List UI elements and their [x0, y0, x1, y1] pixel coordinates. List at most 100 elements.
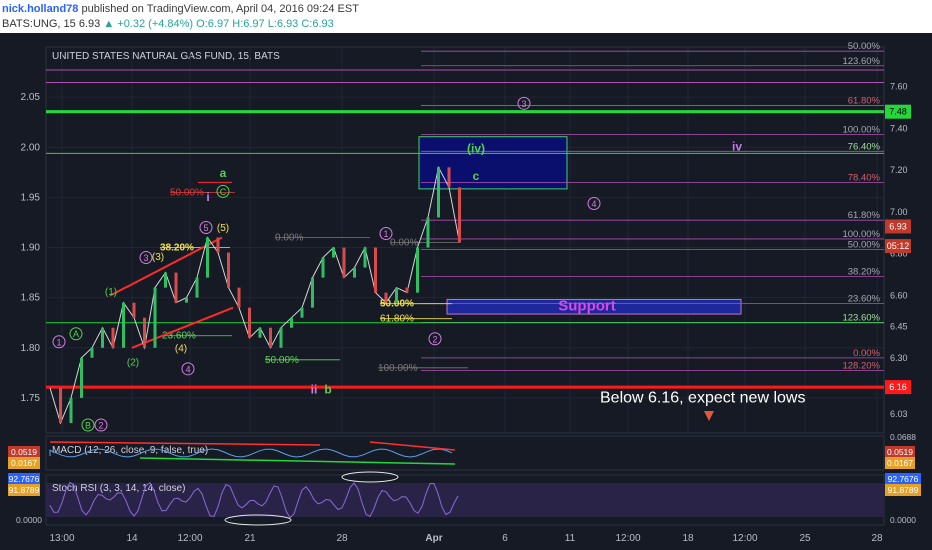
inner-fib-label: 38.20% — [160, 243, 194, 254]
wave-label: 4 — [185, 364, 190, 374]
x-tick-label: 12:00 — [732, 533, 757, 544]
wave-label: B — [85, 420, 91, 430]
wave-label: 3 — [143, 253, 148, 263]
candle — [258, 327, 262, 338]
wave-label: c — [473, 169, 480, 183]
left-tick-label: 2.05 — [21, 92, 41, 103]
stoch-right-value: 92.7676 — [888, 474, 919, 484]
fib-label: 76.40% — [848, 141, 881, 152]
candle — [143, 317, 146, 348]
candle — [216, 237, 220, 253]
right-tick-label: 7.40 — [890, 123, 908, 133]
wave-label: 2 — [432, 334, 437, 344]
candle — [300, 307, 304, 318]
macd-left-value: 0.0519 — [11, 447, 37, 457]
wave-label: (1) — [105, 287, 117, 298]
macd-top-value: 0.0688 — [890, 432, 916, 442]
fib-label: 78.40% — [848, 173, 881, 184]
right-tick-label: 6.60 — [890, 290, 908, 300]
candle — [342, 247, 346, 278]
inner-fib-label: 23.60% — [162, 331, 196, 342]
stoch-left-value: 91.8789 — [9, 485, 40, 495]
left-tick-label: 2.00 — [21, 142, 41, 153]
candle — [416, 247, 419, 293]
symbol-name: BATS:UNG, 15 — [2, 18, 76, 30]
support-label: Support — [558, 298, 616, 315]
candle — [374, 247, 377, 293]
fib-label: 38.20% — [848, 267, 881, 278]
x-tick-label: 21 — [244, 533, 256, 544]
left-tick-label: 1.85 — [21, 293, 41, 304]
fib-label: 100.00% — [842, 125, 880, 136]
wave-label: ii — [311, 382, 318, 396]
candle — [279, 327, 283, 348]
fib-label: 50.00% — [848, 41, 881, 52]
iv-zone-box — [418, 136, 568, 190]
stoch-left-value: 92.7676 — [9, 474, 40, 484]
wave-label: (4) — [175, 343, 187, 354]
right-tick-label: 6.03 — [890, 409, 908, 419]
left-tick-label: 1.80 — [21, 343, 41, 354]
symbol-line: BATS:UNG, 15 6.93 ▲ +0.32 (+4.84%) O:6.9… — [2, 18, 334, 30]
x-tick-label: 18 — [682, 533, 694, 544]
macd-title: MACD (12, 26, close, 9, false, true) — [52, 445, 208, 456]
candle — [206, 237, 209, 278]
chart-title: UNITED STATES NATURAL GAS FUND, 15, BATS — [52, 51, 280, 62]
left-tick-label: 1.90 — [21, 243, 41, 254]
stoch-zero-right: 0.0000 — [890, 515, 916, 525]
fib-label: 50.00% — [848, 239, 881, 250]
macd-left-value: 0.0167 — [11, 458, 37, 468]
candle — [164, 272, 167, 288]
inner-fib-label: 50.00% — [265, 355, 299, 366]
wave-label: (5) — [217, 223, 229, 234]
right-tick-label: 7.20 — [890, 165, 908, 175]
wave-label: 1 — [383, 229, 388, 239]
candle — [311, 277, 314, 308]
candle — [437, 167, 440, 218]
inner-fib-label: 50.00% — [170, 187, 204, 198]
price-chart[interactable]: UNITED STATES NATURAL GAS FUND, 15, BATS… — [0, 33, 932, 550]
wave-label: 4 — [591, 199, 596, 209]
left-tick-label: 1.95 — [21, 192, 41, 203]
wave-label: A — [73, 329, 79, 339]
inner-fib-label: 100.00% — [378, 363, 418, 374]
fib-label: 100.00% — [842, 229, 880, 240]
last-price: 6.93 — [78, 18, 101, 30]
wave-label: 3 — [521, 99, 526, 109]
x-tick-label: 13:00 — [49, 533, 74, 544]
right-tick-label: 6.30 — [890, 353, 908, 363]
wave-label: 2 — [98, 420, 103, 430]
candle — [69, 397, 73, 423]
candle — [80, 357, 83, 398]
level-tag-text: 7.48 — [889, 107, 907, 117]
candle — [90, 347, 94, 358]
price-change: +0.32 (+4.84%) — [117, 18, 194, 30]
macd-right-value: 0.0519 — [887, 447, 913, 457]
up-arrow-icon: ▲ — [103, 18, 115, 30]
candle — [174, 272, 178, 303]
candle — [185, 297, 188, 303]
candle — [101, 327, 104, 348]
candle — [59, 387, 62, 423]
candle — [122, 302, 125, 348]
inner-fib-label: 0.00% — [390, 238, 418, 249]
x-tick-label: 12:00 — [615, 533, 640, 544]
left-tick-label: 1.75 — [21, 393, 41, 404]
wave-label: 5 — [203, 223, 208, 233]
stoch-right-value: 91.8789 — [888, 485, 919, 495]
ohlc-values: O:6.97 H:6.97 L:6.93 C:6.93 — [196, 18, 334, 30]
wave-label: (iv) — [467, 142, 485, 156]
fib-label: 123.60% — [842, 312, 880, 323]
stoch-zero-left: 0.0000 — [16, 515, 42, 525]
indicator-panes: MACD (12, 26, close, 9, false, true) 0.05… — [8, 432, 921, 526]
x-tick-label: 25 — [799, 533, 811, 544]
candle — [363, 247, 367, 268]
x-tick-label: 11 — [565, 533, 576, 544]
candle — [237, 287, 241, 308]
candle — [447, 167, 451, 188]
wave-label: i — [206, 190, 209, 204]
level-tag-text: 6.16 — [889, 382, 907, 392]
right-tick-label: 7.60 — [890, 82, 908, 92]
candle — [353, 267, 356, 278]
author-link[interactable]: nick.holland78 — [2, 3, 78, 15]
